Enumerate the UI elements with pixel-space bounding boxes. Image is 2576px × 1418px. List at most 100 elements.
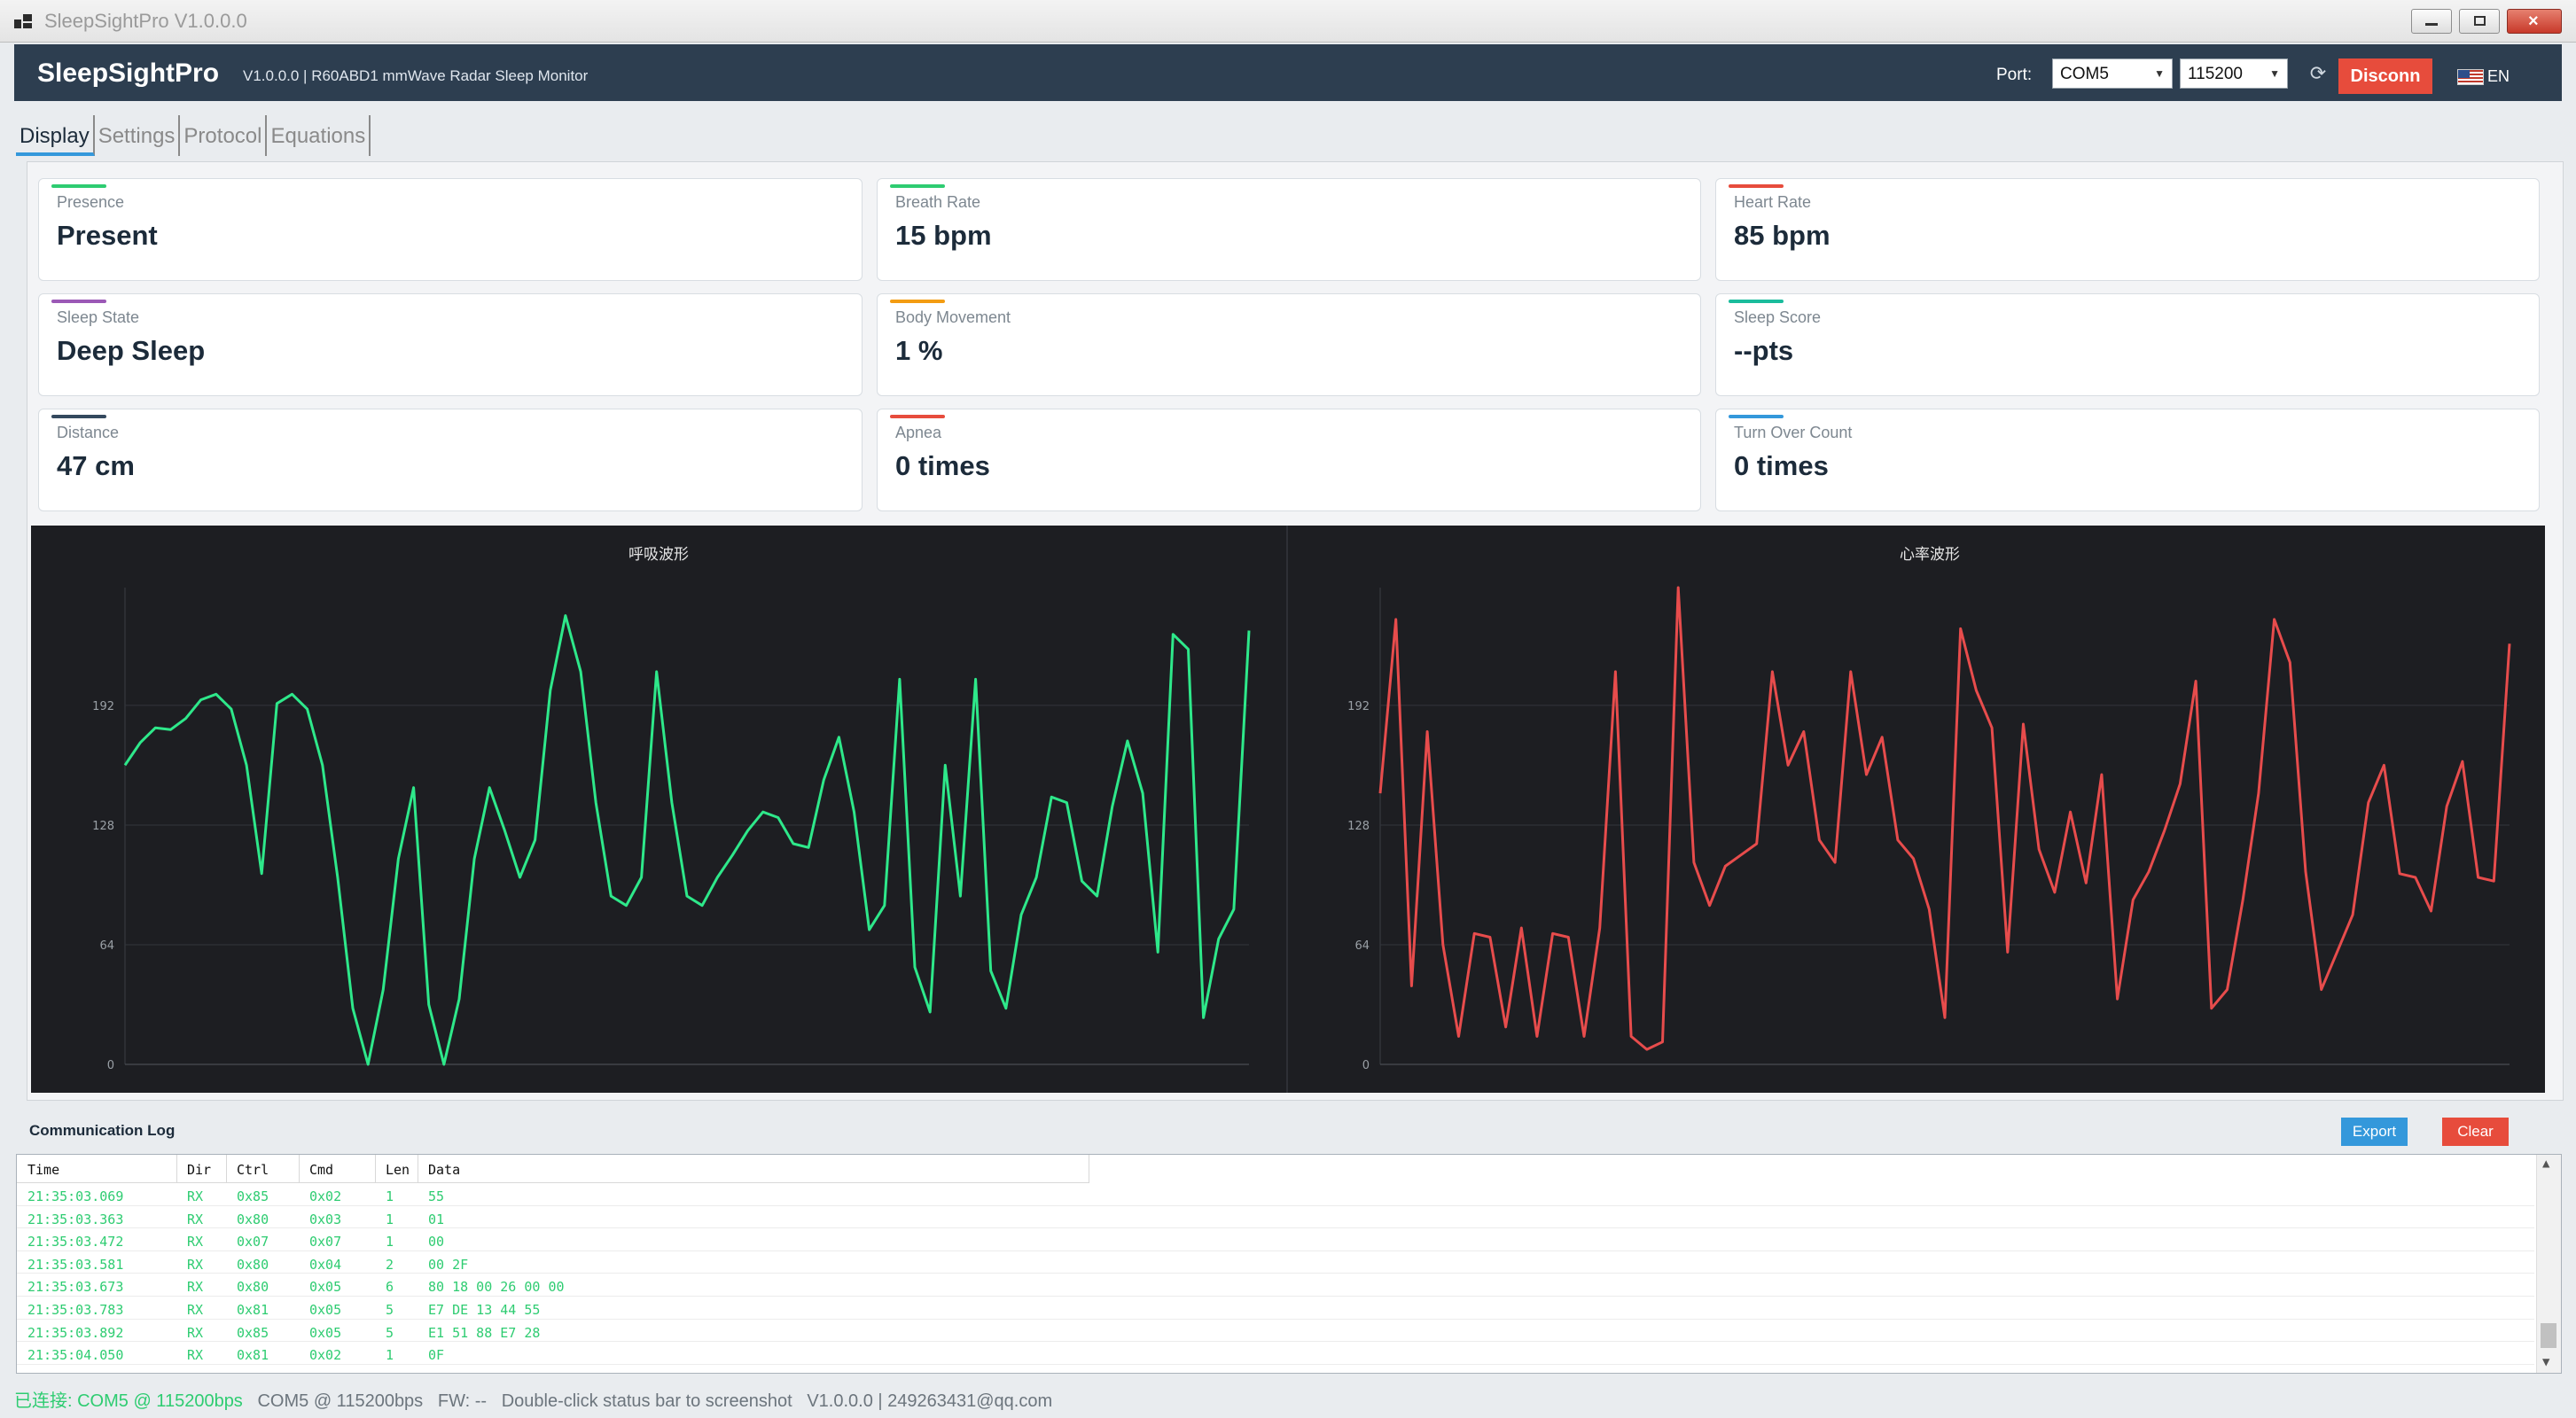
log-cell: 0x07	[237, 1234, 269, 1250]
log-cell: RX	[187, 1256, 204, 1273]
disconnect-button[interactable]: Disconn	[2338, 58, 2432, 94]
log-column-header: Dir	[187, 1162, 212, 1178]
chart-title: 心率波形	[1900, 546, 1960, 564]
log-cell: 21:35:04.050	[27, 1347, 124, 1364]
log-header-row: Time Dir Ctrl Cmd Len Data	[17, 1155, 1089, 1183]
log-cell: 0x85	[237, 1188, 269, 1204]
refresh-ports-button[interactable]: ⟳	[2303, 62, 2333, 89]
log-row[interactable]: 21:35:03.673 RX 0x80 0x05 6 80 18 00 26 00 00	[17, 1274, 2534, 1297]
log-cell: RX	[187, 1279, 204, 1296]
log-cell: 1	[386, 1234, 394, 1250]
app-icon	[14, 14, 32, 28]
log-cell: 0x05	[309, 1324, 342, 1341]
log-cell: 21:35:03.363	[27, 1211, 124, 1227]
clear-button[interactable]: Clear	[2442, 1118, 2509, 1146]
card-value: 85 bpm	[1734, 220, 1831, 251]
header-subtitle: V1.0.0.0 | R60ABD1 mmWave Radar Sleep Mo…	[243, 67, 589, 84]
card-value: Present	[57, 220, 158, 251]
scroll-down-icon[interactable]: ▼	[2542, 1355, 2549, 1369]
card-label: Body Movement	[895, 308, 1011, 326]
log-cell: 5	[386, 1302, 394, 1318]
restore-button[interactable]	[2459, 9, 2500, 34]
baud-select[interactable]: 115200 ▼	[2180, 58, 2288, 89]
log-cell: 0x03	[309, 1211, 342, 1227]
port-label: Port:	[1996, 66, 2033, 84]
waveform-charts: 呼吸波形 0 64 128 192 心率波形 0 64 128 192	[31, 526, 2545, 1093]
log-row[interactable]: 21:35:03.783 RX 0x81 0x05 5 E7 DE 13 44 55	[17, 1297, 2534, 1320]
scroll-up-icon[interactable]: ▲	[2542, 1157, 2549, 1171]
firmware-info: FW: --	[437, 1391, 488, 1411]
language-toggle[interactable]: EN	[2457, 67, 2510, 86]
log-row[interactable]: 21:35:03.892 RX 0x85 0x05 5 E1 51 88 E7 28	[17, 1320, 2534, 1343]
metric-card-breath-rate: Breath Rate 15 bpm	[877, 178, 1701, 281]
log-cell: 55	[428, 1188, 445, 1204]
minimize-button[interactable]	[2411, 9, 2452, 34]
metric-card-apnea: Apnea 0 times	[877, 409, 1701, 511]
chart-y-tick-label: 64	[1354, 939, 1370, 953]
card-value: 0 times	[895, 450, 990, 481]
card-value: Deep Sleep	[57, 335, 206, 366]
log-cell: 0x80	[237, 1256, 269, 1273]
version-info: V1.0.0.0 | 249263431@qq.com	[807, 1391, 1053, 1411]
card-label: Sleep State	[57, 308, 140, 326]
log-cell: 0x05	[309, 1279, 342, 1296]
display-panel: Presence Present Breath Rate 15 bpm Heart Ra…	[27, 161, 2564, 1101]
log-scrollbar[interactable]: ▲ ▼	[2536, 1155, 2561, 1373]
chart-y-tick-label: 64	[99, 939, 114, 953]
brand-title: SleepSightPro	[37, 58, 220, 88]
card-accent	[51, 184, 106, 188]
status-bar[interactable]: 已连接: COM5 @ 115200bps COM5 @ 115200bps F…	[0, 1377, 2576, 1418]
log-row[interactable]: 21:35:04.050 RX 0x81 0x02 1 0F	[17, 1342, 2534, 1365]
card-accent	[51, 415, 106, 418]
tab-display[interactable]: Display	[16, 115, 95, 156]
log-row[interactable]: 21:35:03.363 RX 0x80 0x03 1 01	[17, 1206, 2534, 1229]
log-cell: 0x80	[237, 1279, 269, 1296]
log-cell: 21:35:03.892	[27, 1324, 124, 1341]
log-cell: 6	[386, 1279, 394, 1296]
card-accent	[890, 415, 945, 418]
log-cell: 0x02	[309, 1188, 342, 1204]
port-info: COM5 @ 115200bps	[257, 1391, 424, 1411]
port-value: COM5	[2060, 65, 2109, 83]
close-window-button[interactable]: ×	[2507, 9, 2562, 34]
tab-equations[interactable]: Equations	[267, 115, 371, 156]
minimize-icon	[2425, 23, 2438, 26]
card-label: Breath Rate	[895, 193, 981, 211]
tab-settings[interactable]: Settings	[95, 115, 181, 156]
log-cell: RX	[187, 1347, 204, 1364]
card-label: Heart Rate	[1734, 193, 1812, 211]
log-row[interactable]: 21:35:03.581 RX 0x80 0x04 2 00 2F	[17, 1251, 2534, 1274]
us-flag-icon	[2457, 68, 2484, 85]
card-accent	[890, 300, 945, 303]
log-cell: 0x05	[309, 1302, 342, 1318]
log-column-header: Ctrl	[237, 1162, 269, 1178]
baud-value: 115200	[2188, 65, 2243, 83]
card-value: --pts	[1734, 335, 1794, 366]
log-cell: 0x81	[237, 1302, 269, 1318]
restore-icon	[2474, 16, 2486, 26]
log-cell: 01	[428, 1211, 445, 1227]
card-label: Sleep Score	[1734, 308, 1822, 326]
log-cell: RX	[187, 1302, 204, 1318]
chart-y-tick-label: 0	[107, 1059, 114, 1072]
log-column-header: Time	[27, 1162, 60, 1178]
card-value: 1 %	[895, 335, 943, 366]
log-cell: 0x07	[309, 1234, 342, 1250]
log-row[interactable]: 21:35:03.069 RX 0x85 0x02 1 55	[17, 1183, 2534, 1206]
log-cell: RX	[187, 1324, 204, 1341]
card-value: 15 bpm	[895, 220, 992, 251]
log-cell: 21:35:03.069	[27, 1188, 124, 1204]
log-table[interactable]: Time Dir Ctrl Cmd Len Data 21:35:03.069 RX 0x85…	[16, 1154, 2562, 1374]
connection-status: 已连接: COM5 @ 115200bps	[14, 1391, 243, 1411]
port-select[interactable]: COM5 ▼	[2052, 58, 2173, 89]
log-row[interactable]: 21:35:03.472 RX 0x07 0x07 1 00	[17, 1228, 2534, 1251]
log-cell: 0x04	[309, 1256, 342, 1273]
scroll-thumb[interactable]	[2541, 1323, 2556, 1348]
log-cell: RX	[187, 1188, 204, 1204]
chart-y-tick-label: 192	[92, 700, 114, 713]
tab-protocol[interactable]: Protocol	[180, 115, 268, 156]
chart-title: 呼吸波形	[628, 546, 689, 564]
card-accent	[51, 300, 106, 303]
export-button[interactable]: Export	[2341, 1118, 2408, 1146]
metric-card-sleep-state: Sleep State Deep Sleep	[38, 293, 863, 396]
